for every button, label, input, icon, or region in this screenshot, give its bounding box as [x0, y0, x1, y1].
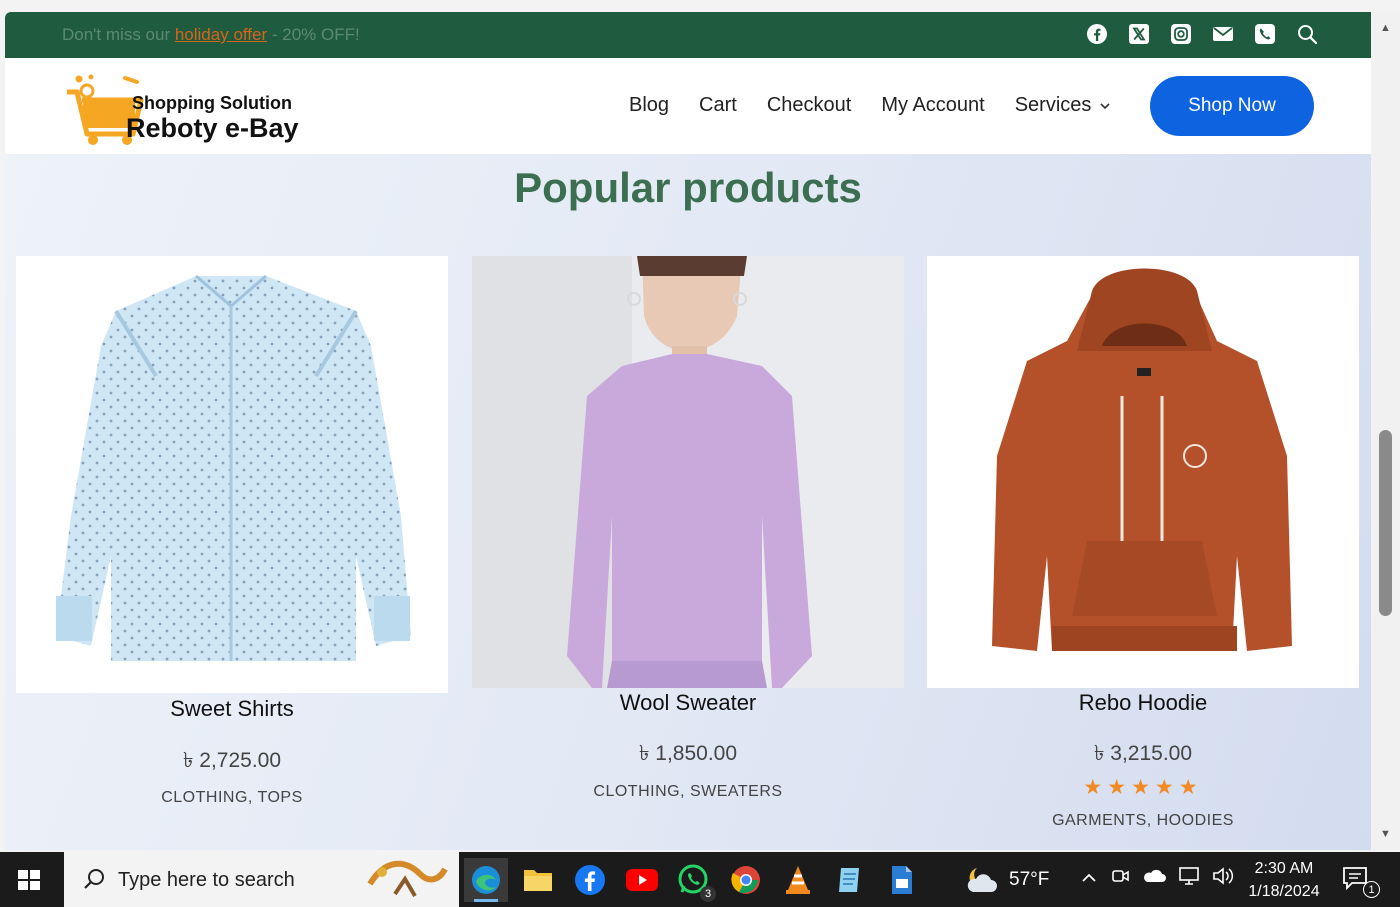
product-price: ৳ 3,215.00 [1093, 742, 1193, 765]
nav-checkout[interactable]: Checkout [767, 94, 852, 117]
product-price: ৳ 1,850.00 [638, 742, 738, 765]
email-icon[interactable] [1211, 22, 1235, 46]
category-links[interactable]: CLOTHING, SWEATERS [593, 783, 782, 800]
product-image-shirt[interactable] [16, 256, 448, 693]
product-image-sweater[interactable] [472, 256, 904, 688]
onedrive-cloud-icon[interactable] [1142, 868, 1166, 889]
promo-suffix: - 20% OFF! [267, 25, 360, 44]
product-name[interactable]: Sweet Shirts [16, 696, 448, 722]
system-tray [1080, 866, 1234, 891]
whatsapp-icon[interactable]: 3 [672, 858, 716, 902]
logo-tagline: Shopping Solution [132, 93, 292, 113]
youtube-icon[interactable] [620, 858, 664, 902]
social-links [1085, 22, 1319, 46]
network-icon[interactable] [1178, 866, 1200, 891]
site-logo[interactable]: Shopping Solution Reboty e-Bay [65, 68, 315, 148]
taskbar-search-box[interactable]: Type here to search [64, 852, 459, 907]
whatsapp-badge: 3 [700, 886, 716, 902]
product-name[interactable]: Wool Sweater [472, 690, 904, 716]
product-price: ৳ 2,725.00 [182, 749, 282, 772]
file-explorer-icon[interactable] [516, 858, 560, 902]
search-highlight-icon [367, 860, 448, 898]
edge-icon[interactable] [464, 858, 508, 902]
chevron-down-icon [1100, 102, 1110, 109]
windows-start-icon[interactable] [12, 866, 46, 894]
category-links[interactable]: CLOTHING, TOPS [161, 789, 303, 806]
search-icon[interactable] [1295, 22, 1319, 46]
product-categories: GARMENTS, HOODIES [927, 812, 1359, 830]
nav-my-account[interactable]: My Account [881, 94, 984, 117]
x-twitter-icon[interactable] [1127, 22, 1151, 46]
facebook-icon[interactable] [1085, 22, 1109, 46]
product-name[interactable]: Rebo Hoodie [927, 690, 1359, 716]
shop-now-button[interactable]: Shop Now [1150, 76, 1314, 136]
top-bar: Don't miss our holiday offer - 20% OFF! [5, 12, 1371, 58]
logo-title: Reboty e-Bay [126, 113, 299, 143]
browser-viewport: Don't miss our holiday offer - 20% OFF! [5, 12, 1371, 850]
nav-blog[interactable]: Blog [629, 94, 669, 117]
vertical-scrollbar[interactable]: ▲ ▼ [1371, 12, 1400, 850]
popular-products-section: Popular products Sweet Shirts ৳ 2,725.00… [5, 154, 1371, 850]
scrollbar-thumb[interactable] [1379, 430, 1392, 616]
windows-taskbar: Type here to search 3 57°F 2:30 AM 1/18/… [0, 852, 1400, 907]
notepad-icon[interactable] [828, 858, 872, 902]
notification-badge: 1 [1363, 881, 1380, 898]
weather-cloud-moon-icon [967, 868, 997, 892]
instagram-icon[interactable] [1169, 22, 1193, 46]
main-nav: Blog Cart Checkout My Account Services [629, 94, 1111, 117]
product-categories: CLOTHING, SWEATERS [472, 783, 904, 801]
search-icon [84, 869, 104, 889]
promo-text: Don't miss our holiday offer - 20% OFF! [62, 25, 360, 45]
clock-time: 2:30 AM [1254, 860, 1314, 877]
nav-services-label: Services [1014, 94, 1092, 116]
section-title: Popular products [514, 164, 862, 211]
volume-icon[interactable] [1212, 866, 1234, 891]
product-image-hoodie[interactable] [927, 256, 1359, 688]
product-categories: CLOTHING, TOPS [16, 789, 448, 807]
word-document-icon[interactable] [880, 858, 924, 902]
category-links[interactable]: GARMENTS, HOODIES [1052, 812, 1234, 829]
weather-widget[interactable]: 57°F [963, 864, 1049, 896]
scroll-down-arrow-icon[interactable]: ▼ [1371, 822, 1400, 846]
clock-date: 1/18/2024 [1248, 883, 1320, 900]
weather-temperature: 57°F [1009, 869, 1050, 890]
scroll-up-arrow-icon[interactable]: ▲ [1371, 16, 1400, 40]
nav-services[interactable]: Services [1015, 94, 1112, 117]
meet-camera-icon[interactable] [1110, 866, 1130, 891]
chrome-icon[interactable] [724, 858, 768, 902]
site-header: Shopping Solution Reboty e-Bay Blog Cart… [5, 58, 1371, 154]
chevron-up-icon[interactable] [1080, 868, 1098, 889]
facebook-icon[interactable] [568, 858, 612, 902]
taskbar-clock[interactable]: 2:30 AM 1/18/2024 [1240, 857, 1328, 903]
holiday-offer-link[interactable]: holiday offer [175, 25, 267, 44]
promo-prefix: Don't miss our [62, 25, 175, 44]
search-placeholder: Type here to search [118, 869, 295, 891]
vlc-icon[interactable] [776, 858, 820, 902]
rating-stars: ★★★★★ [1083, 776, 1203, 799]
notification-center-icon[interactable]: 1 [1342, 866, 1380, 898]
nav-cart[interactable]: Cart [699, 94, 737, 117]
phone-icon[interactable] [1253, 22, 1277, 46]
